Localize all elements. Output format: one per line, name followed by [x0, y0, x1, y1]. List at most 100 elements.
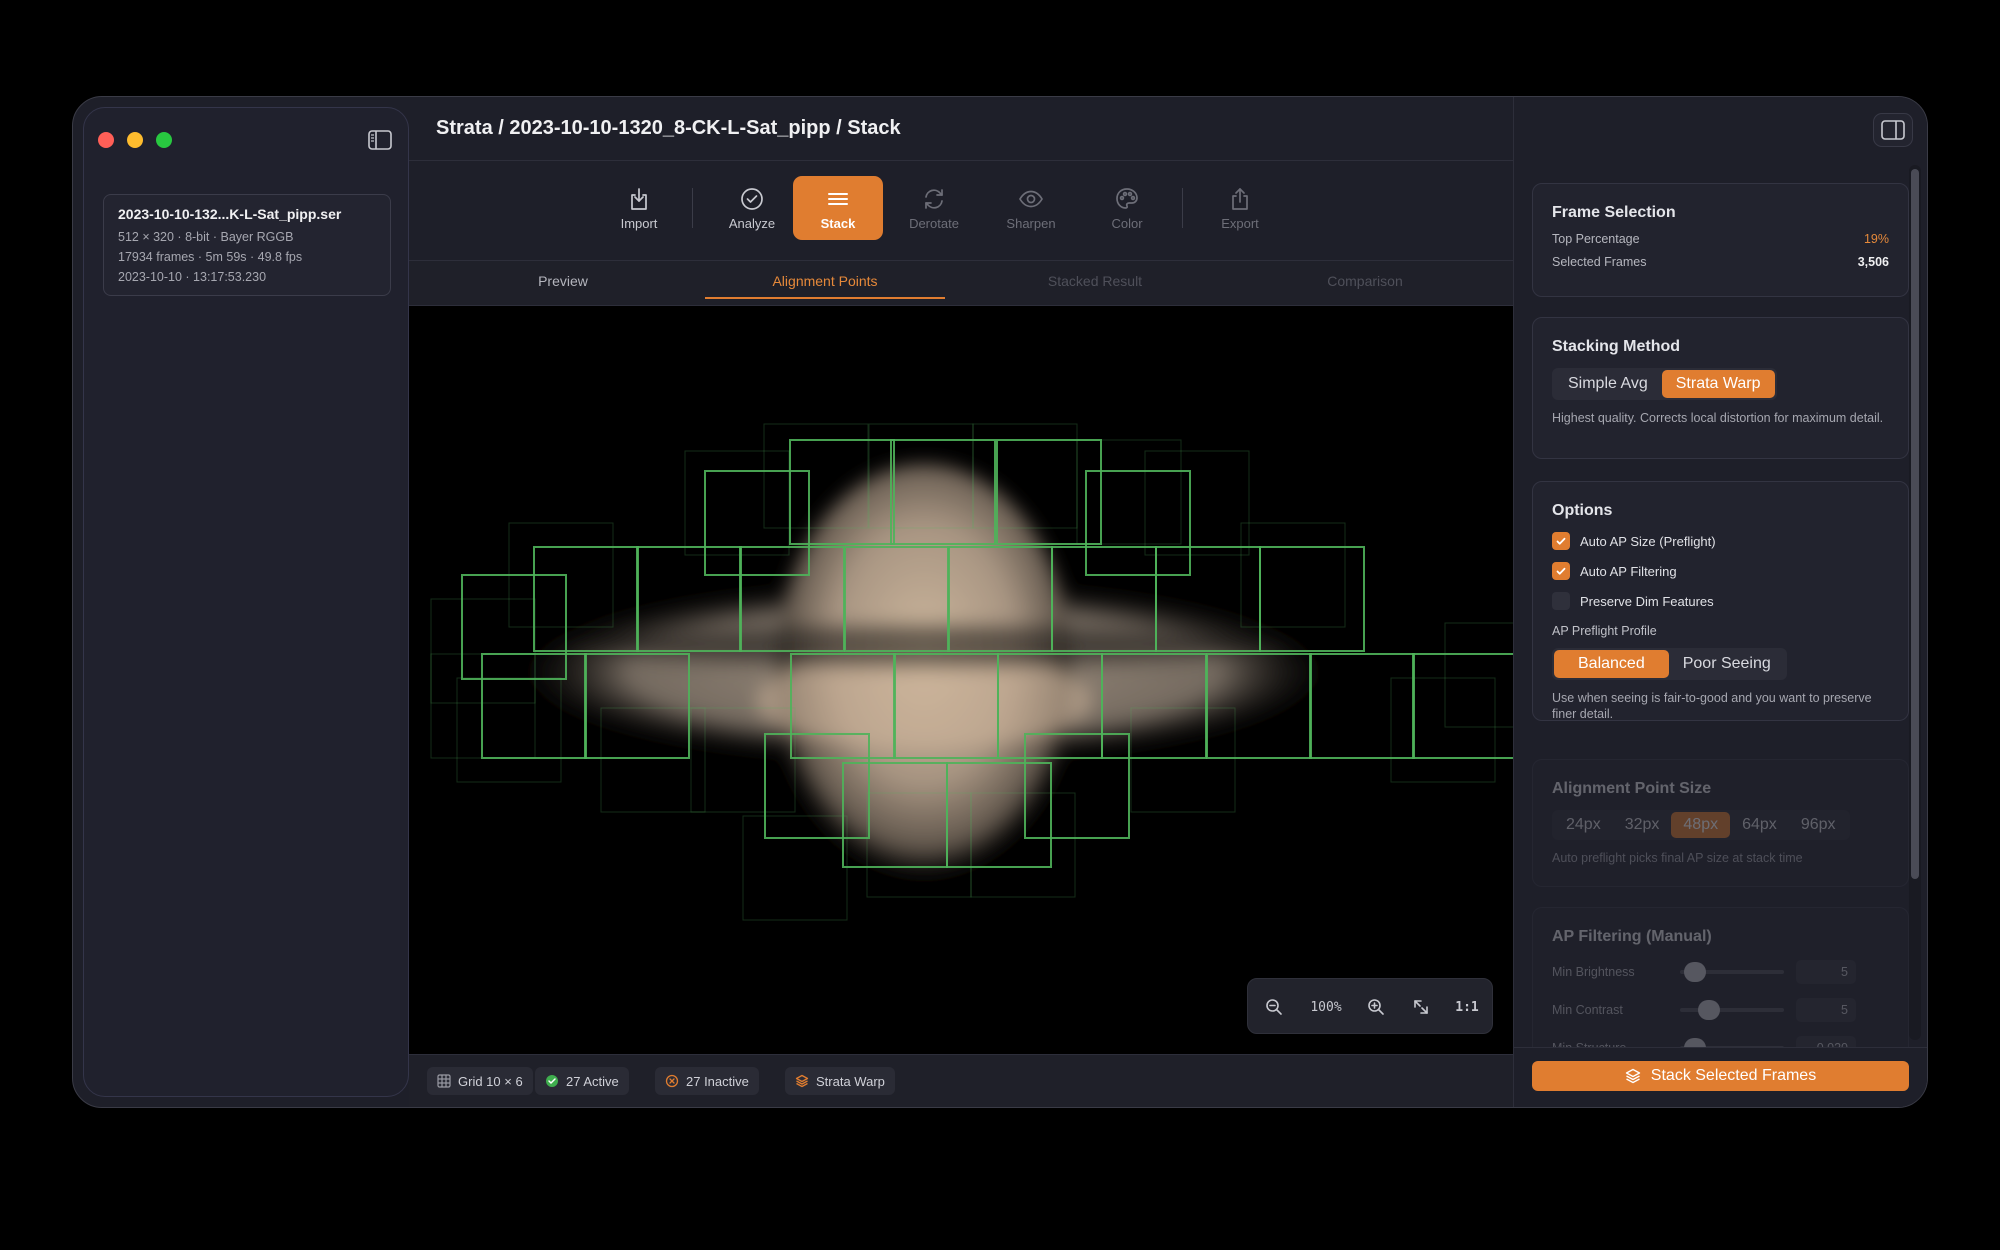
method-text: Strata Warp	[816, 1073, 885, 1089]
tab-preview[interactable]: Preview	[443, 261, 683, 305]
min-contrast-slider[interactable]	[1680, 1000, 1784, 1020]
sharpen-label: Sharpen	[1006, 215, 1056, 231]
options-title: Options	[1552, 502, 1613, 519]
auto-ap-size-label: Auto AP Size (Preflight)	[1580, 533, 1716, 549]
stack-selected-frames-label: Stack Selected Frames	[1650, 1067, 1817, 1084]
checkbox-unchecked-icon	[1552, 592, 1570, 610]
active-check-icon	[546, 1075, 558, 1087]
frame-selection-title: Frame Selection	[1552, 204, 1676, 221]
status-bar: Grid 10 × 6 27 Active 27 Inactive Strata…	[409, 1054, 1513, 1107]
palette-icon	[1116, 187, 1138, 209]
close-window-button[interactable]	[98, 132, 114, 148]
toolbar: Import Analyze Stack Derotate Sharpen Co…	[409, 176, 1513, 240]
slider-knob[interactable]	[1684, 962, 1706, 982]
app-window: 2023-10-10-132...K-L-Sat_pipp.ser 512 × …	[72, 96, 1928, 1108]
tab-stacked-result[interactable]: Stacked Result	[975, 261, 1215, 305]
ap-size-96-option[interactable]: 96px	[1789, 812, 1848, 838]
min-brightness-value[interactable]: 5	[1796, 960, 1856, 984]
ap-size-48-option[interactable]: 48px	[1671, 812, 1731, 838]
sharpen-button[interactable]: Sharpen	[986, 176, 1076, 240]
ap-size-64-option[interactable]: 64px	[1730, 812, 1789, 838]
min-brightness-row: Min Brightness 5	[1552, 960, 1889, 984]
inspector-toggle-icon	[1881, 120, 1905, 140]
auto-ap-filtering-label: Auto AP Filtering	[1580, 563, 1677, 579]
zoom-in-button[interactable]	[1358, 979, 1394, 1035]
selected-frames-label: Selected Frames	[1552, 255, 1647, 269]
strata-warp-option[interactable]: Strata Warp	[1661, 370, 1775, 398]
selected-frames-value: 3,506	[1857, 255, 1889, 269]
derotate-button[interactable]: Derotate	[889, 176, 979, 240]
preserve-dim-features-checkbox[interactable]: Preserve Dim Features	[1552, 592, 1889, 610]
layers-icon	[795, 1074, 809, 1088]
top-percentage-value[interactable]: 19%	[1864, 232, 1889, 246]
inspector-scrollbar[interactable]	[1911, 169, 1919, 879]
method-chip: Strata Warp	[785, 1067, 895, 1095]
preflight-profile-selector: Balanced Poor Seeing	[1552, 648, 1787, 680]
alignment-point-box[interactable]	[704, 470, 810, 576]
import-icon	[631, 187, 647, 210]
min-brightness-slider[interactable]	[1680, 962, 1784, 982]
alignment-point-box[interactable]	[1390, 677, 1496, 783]
export-button[interactable]: Export	[1195, 176, 1285, 240]
zoom-out-button[interactable]	[1256, 979, 1292, 1035]
color-button[interactable]: Color	[1082, 176, 1172, 240]
alignment-point-box[interactable]	[1444, 622, 1513, 728]
zoom-controls: 100% 1:1	[1247, 978, 1493, 1034]
min-brightness-label: Min Brightness	[1552, 965, 1635, 979]
tab-alignment-points[interactable]: Alignment Points	[705, 261, 945, 305]
stacking-method-title: Stacking Method	[1552, 338, 1681, 355]
inactive-count-chip: 27 Inactive	[655, 1067, 759, 1095]
minimize-window-button[interactable]	[127, 132, 143, 148]
analyze-button[interactable]: Analyze	[707, 176, 797, 240]
alignment-point-box[interactable]	[684, 450, 790, 556]
inspector-toggle-button[interactable]	[1873, 113, 1913, 147]
alignment-point-box[interactable]	[1076, 439, 1182, 545]
toolbar-divider	[1182, 188, 1183, 228]
grid-status-text: Grid 10 × 6	[458, 1073, 523, 1089]
alignment-point-box[interactable]	[1412, 653, 1513, 759]
file-name: 2023-10-10-132...K-L-Sat_pipp.ser	[118, 206, 342, 222]
stack-lines-icon	[828, 192, 848, 205]
preflight-profile-description: Use when seeing is fair-to-good and you …	[1552, 691, 1872, 721]
ap-size-32-option[interactable]: 32px	[1613, 812, 1672, 838]
layers-icon	[1625, 1068, 1640, 1084]
ap-size-24-option[interactable]: 24px	[1554, 812, 1613, 838]
main-area: Strata / 2023-10-10-1320_8-CK-L-Sat_pipp…	[409, 97, 1513, 1107]
file-dimensions: 512 × 320 · 8-bit · Bayer RGGB	[118, 230, 294, 244]
file-timestamp: 2023-10-10 · 13:17:53.230	[118, 270, 267, 284]
import-button[interactable]: Import	[594, 176, 684, 240]
alignment-point-box[interactable]	[1144, 450, 1250, 556]
selected-frames-row: Selected Frames 3,506	[1552, 255, 1889, 269]
file-card[interactable]: 2023-10-10-132...K-L-Sat_pipp.ser 512 × …	[103, 194, 391, 296]
simple-avg-option[interactable]: Simple Avg	[1554, 370, 1662, 398]
active-count-text: 27 Active	[566, 1073, 619, 1089]
preflight-profile-label: AP Preflight Profile	[1552, 624, 1657, 638]
balanced-option[interactable]: Balanced	[1554, 650, 1669, 678]
stacking-method-description: Highest quality. Corrects local distorti…	[1552, 411, 1884, 425]
image-viewport[interactable]: 100% 1:1	[409, 306, 1513, 1054]
actual-size-button[interactable]: 1:1	[1446, 979, 1488, 1035]
inactive-x-icon	[665, 1074, 679, 1088]
auto-ap-filtering-checkbox[interactable]: Auto AP Filtering	[1552, 562, 1889, 580]
sidebar-toggle-icon[interactable]	[368, 130, 392, 150]
active-count-chip: 27 Active	[535, 1067, 629, 1095]
min-contrast-label: Min Contrast	[1552, 1003, 1623, 1017]
tab-comparison[interactable]: Comparison	[1245, 261, 1485, 305]
fit-to-window-button[interactable]	[1403, 979, 1439, 1035]
toolbar-divider	[692, 188, 693, 228]
analyze-label: Analyze	[728, 215, 776, 231]
zoom-out-icon	[1266, 999, 1282, 1015]
slider-knob[interactable]	[1698, 1000, 1720, 1020]
grid-status-chip: Grid 10 × 6	[427, 1067, 533, 1095]
stack-button[interactable]: Stack	[793, 176, 883, 240]
preserve-dim-features-label: Preserve Dim Features	[1580, 593, 1714, 609]
grid-icon	[437, 1074, 451, 1088]
sidebar: 2023-10-10-132...K-L-Sat_pipp.ser 512 × …	[83, 107, 409, 1097]
auto-ap-size-checkbox[interactable]: Auto AP Size (Preflight)	[1552, 532, 1889, 550]
alignment-point-box[interactable]	[1240, 522, 1346, 628]
checkbox-checked-icon	[1552, 532, 1570, 550]
poor-seeing-option[interactable]: Poor Seeing	[1669, 650, 1785, 678]
stack-selected-frames-button[interactable]: Stack Selected Frames	[1532, 1061, 1909, 1091]
zoom-window-button[interactable]	[156, 132, 172, 148]
min-contrast-value[interactable]: 5	[1796, 998, 1856, 1022]
